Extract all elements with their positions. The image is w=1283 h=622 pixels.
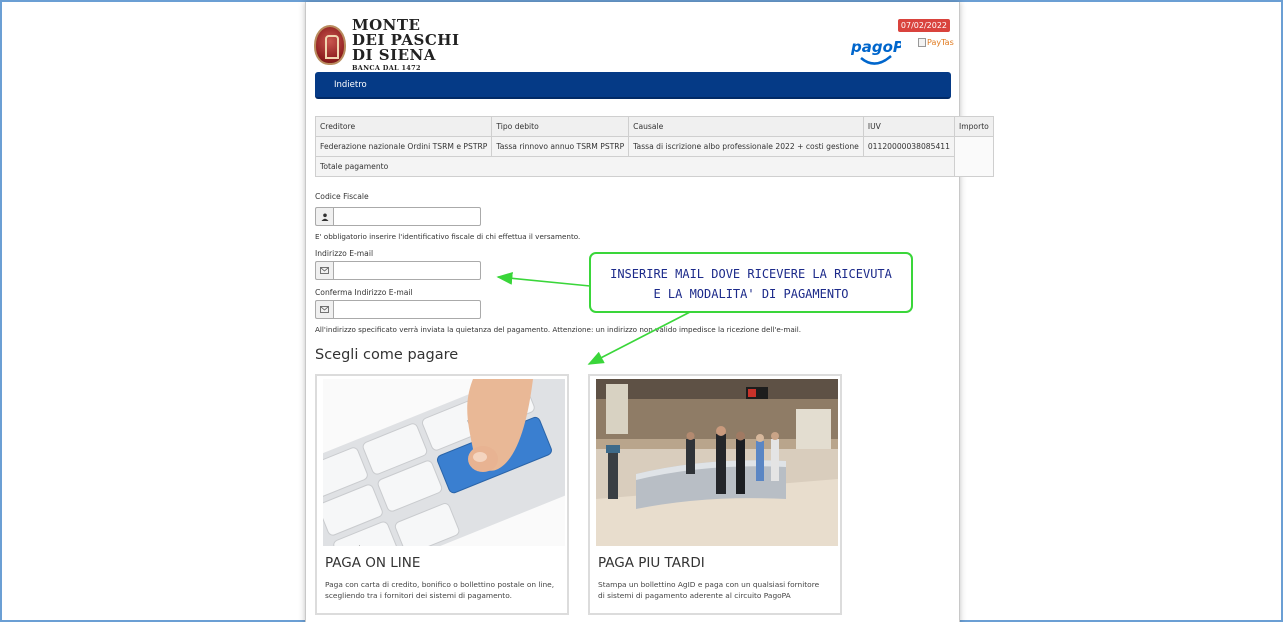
column-header: Importo <box>953 116 994 137</box>
creditore-cell: Federazione nazionale Ordini TSRM e PSTR… <box>314 136 493 157</box>
envelope-icon <box>315 261 333 280</box>
pagopa-logo-text: pagoPA <box>851 38 901 56</box>
pay-online-description: Paga con carta di credito, bonifico o bo… <box>325 580 555 600</box>
email-group <box>315 261 481 280</box>
user-icon <box>315 207 333 226</box>
envelope-icon <box>315 300 333 319</box>
email-confirm-label: Conferma Indirizzo E-mail <box>315 288 413 297</box>
bank-branch-image <box>596 379 838 546</box>
codice-fiscale-input[interactable] <box>333 207 481 226</box>
table-row: Federazione nazionale Ordini TSRM e PSTR… <box>314 136 994 177</box>
nav-bar: Indietro <box>315 72 951 99</box>
annotation-line1: INSERIRE MAIL DOVE RICEVERE LA RICEVUTA <box>610 267 892 281</box>
keyboard-pay-image: return pay $ <box>323 379 565 546</box>
pay-later-card[interactable]: PAGA PIU TARDI Stampa un bollettino AgID… <box>588 374 842 615</box>
bank-logo[interactable]: MONTE DEI PASCHI DI SIENA BANCA DAL 1472 <box>314 18 459 72</box>
bank-seal-icon <box>314 24 346 65</box>
total-label: Totale pagamento <box>315 156 955 177</box>
causale-cell: Tassa di iscrizione albo professionale 2… <box>628 136 864 157</box>
codice-fiscale-label: Codice Fiscale <box>315 192 369 201</box>
email-confirm-group <box>315 300 481 319</box>
annotation-callout: INSERIRE MAIL DOVE RICEVERE LA RICEVUTA … <box>589 252 913 313</box>
pay-online-title: PAGA ON LINE <box>325 555 421 571</box>
iuv-cell: 01120000038085411 <box>862 136 955 157</box>
broken-image-icon <box>918 38 926 47</box>
tipo-debito-cell: Tassa rinnovo annuo TSRM PSTRP <box>491 136 630 157</box>
table-header-row: Creditore Tipo debito Causale IUV Import… <box>314 116 994 137</box>
pay-online-card[interactable]: return pay $ PAGA ON LINE Paga con carta… <box>315 374 569 615</box>
column-header: Creditore <box>314 116 493 137</box>
debt-table: Creditore Tipo debito Causale IUV Import… <box>314 116 994 177</box>
payment-section-title: Scegli come pagare <box>315 347 459 363</box>
annotation-line2: E LA MODALITA' DI PAGAMENTO <box>653 287 849 301</box>
column-header: IUV <box>862 116 955 137</box>
column-header: Causale <box>628 116 864 137</box>
email-hint: All'indirizzo specificato verrà inviata … <box>315 325 802 334</box>
bank-name: MONTE DEI PASCHI DI SIENA BANCA DAL 1472 <box>352 16 460 72</box>
codice-fiscale-hint: E' obbligatorio inserire l'identificativ… <box>315 232 581 241</box>
pay-later-description: Stampa un bollettino AgID e paga con un … <box>598 580 820 600</box>
table-total-row: Totale pagamento <box>315 156 994 177</box>
email-input[interactable] <box>333 261 481 280</box>
email-label: Indirizzo E-mail <box>315 249 374 258</box>
email-confirm-input[interactable] <box>333 300 481 319</box>
paytas-logo: PayTas <box>918 38 954 47</box>
column-header: Tipo debito <box>491 116 630 137</box>
pagopa-logo: pagoPA <box>850 32 914 72</box>
date-badge: 07/02/2022 <box>897 19 950 32</box>
back-link[interactable]: Indietro <box>334 80 367 90</box>
codice-fiscale-group <box>315 207 481 226</box>
importo-cell <box>953 136 994 177</box>
pay-later-title: PAGA PIU TARDI <box>598 555 705 571</box>
